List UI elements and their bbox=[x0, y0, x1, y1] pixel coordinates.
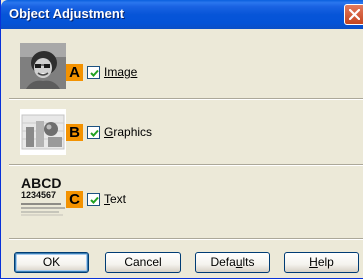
separator bbox=[9, 164, 363, 166]
image-checkbox-label[interactable]: Image bbox=[104, 65, 137, 79]
help-label-rest: elp bbox=[317, 255, 334, 269]
defaults-label-end: lts bbox=[242, 255, 255, 269]
help-label-hotkey: H bbox=[309, 255, 318, 269]
defaults-label-hotkey: u bbox=[235, 255, 243, 269]
cancel-button[interactable]: Cancel bbox=[105, 252, 181, 273]
text-sample-line2: 1234567 bbox=[21, 190, 57, 200]
graphics-checkbox-label[interactable]: Graphics bbox=[104, 125, 152, 139]
photo-woman-icon bbox=[20, 43, 66, 89]
checkmark-icon bbox=[90, 129, 99, 137]
text-sample-lines bbox=[21, 203, 65, 216]
graphics-checkbox[interactable] bbox=[87, 126, 100, 139]
defaults-label-start: Defa bbox=[210, 255, 236, 269]
text-sample-icon: ABCD 1234567 bbox=[20, 175, 68, 221]
ok-button[interactable]: OK bbox=[14, 252, 89, 273]
close-icon bbox=[349, 9, 360, 20]
graphics-label-rest: raphics bbox=[113, 125, 153, 139]
text-checkbox-label[interactable]: Text bbox=[104, 192, 126, 206]
help-button[interactable]: Help bbox=[284, 252, 359, 273]
text-label-rest: ext bbox=[110, 192, 127, 206]
object-adjustment-dialog: Object Adjustment A Image B Graphics ABC… bbox=[0, 0, 363, 279]
image-checkbox[interactable] bbox=[87, 66, 100, 79]
graphics-chart-icon bbox=[20, 109, 66, 155]
checkmark-icon bbox=[90, 196, 99, 204]
checkmark-icon bbox=[90, 69, 99, 77]
graphics-label-first-char: G bbox=[104, 125, 114, 139]
separator bbox=[9, 238, 363, 240]
text-sample-line1: ABCD bbox=[21, 175, 62, 191]
text-checkbox[interactable] bbox=[87, 193, 100, 206]
defaults-button[interactable]: Defaults bbox=[195, 252, 270, 273]
window-title: Object Adjustment bbox=[9, 6, 125, 21]
title-bar[interactable]: Object Adjustment bbox=[1, 0, 363, 29]
close-button[interactable] bbox=[344, 4, 363, 25]
option-letter-badge: C bbox=[66, 191, 83, 208]
separator bbox=[9, 98, 363, 100]
option-letter-badge: A bbox=[66, 64, 83, 81]
option-letter-badge: B bbox=[66, 124, 83, 141]
